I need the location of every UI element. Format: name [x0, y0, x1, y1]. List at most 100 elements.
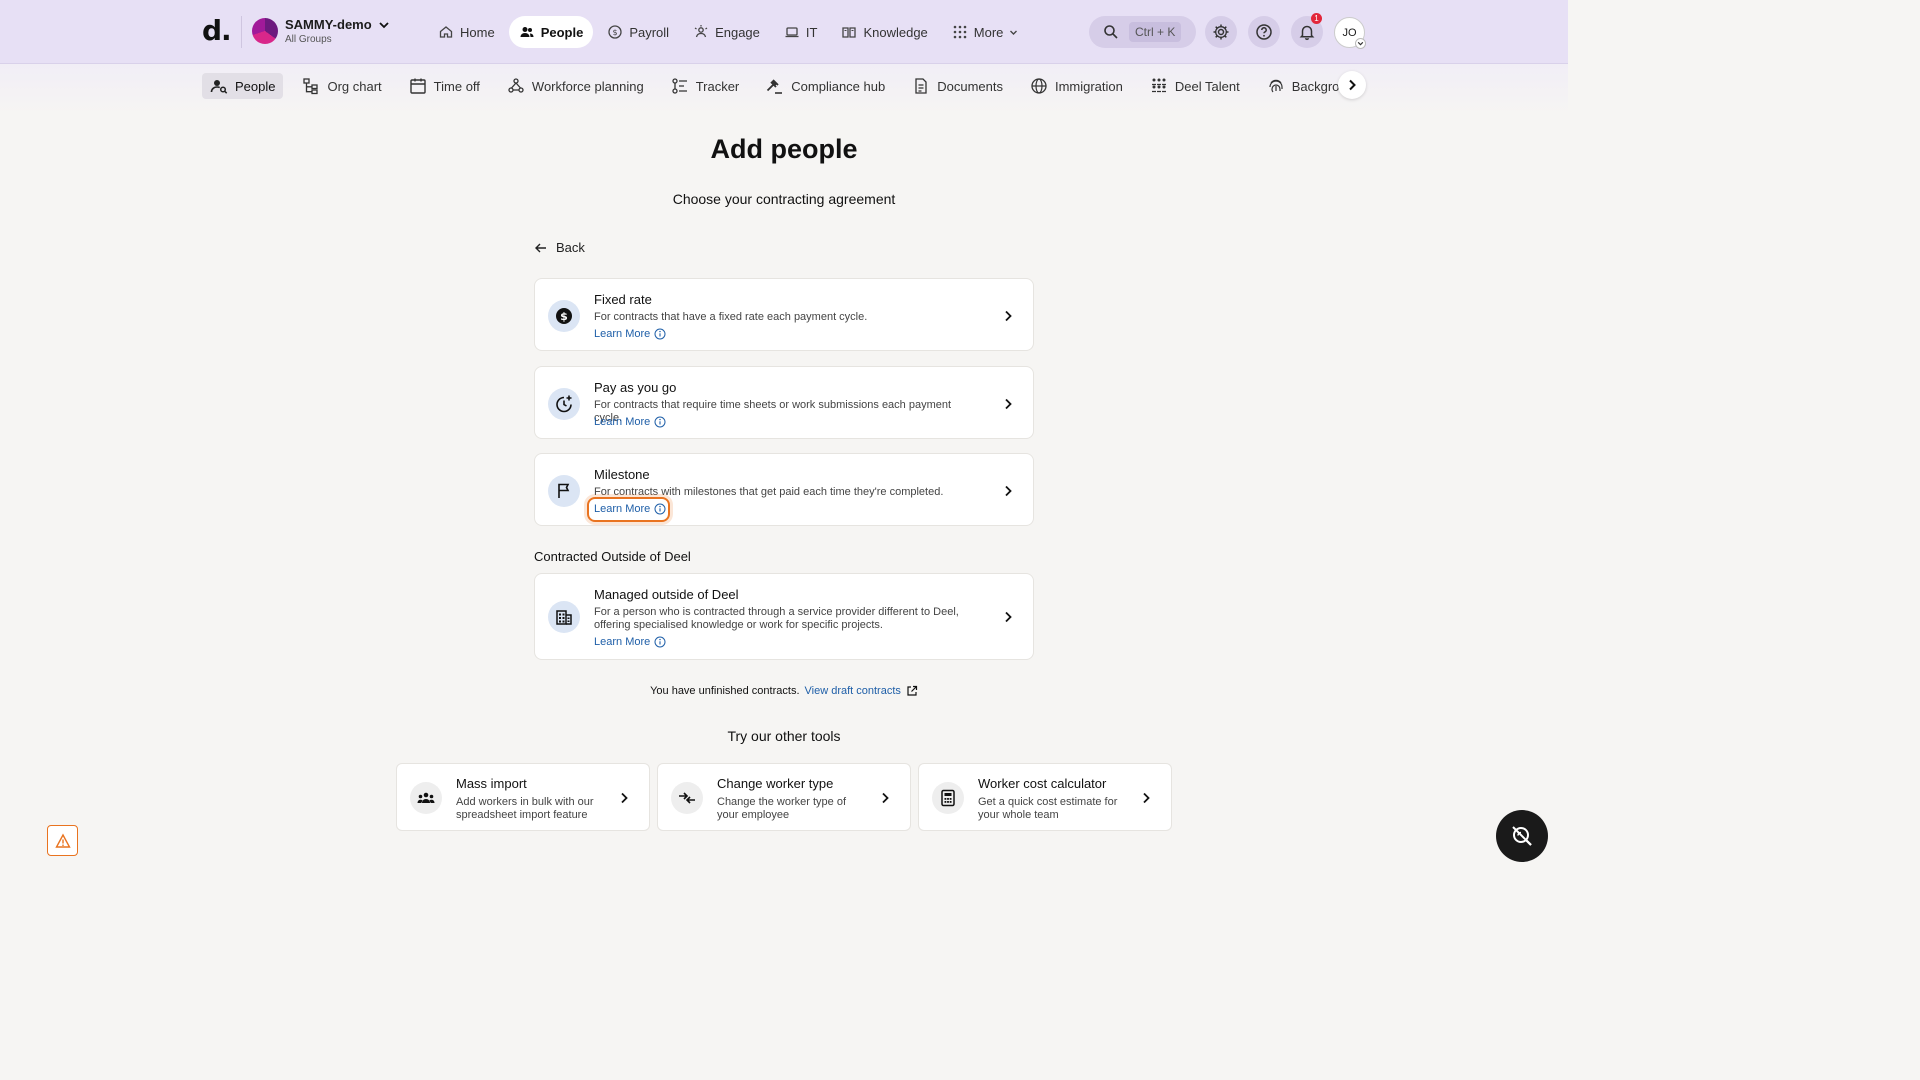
- people-icon: [520, 27, 534, 37]
- nav-people-label: People: [540, 24, 584, 40]
- chevron-right-icon: [1005, 398, 1012, 410]
- subnav-scroll-right-button[interactable]: [1338, 71, 1366, 99]
- search-off-icon: [1512, 826, 1532, 846]
- subnav-time-off[interactable]: Time off: [401, 73, 488, 99]
- chevron-down-icon: [379, 21, 389, 28]
- nav-engage-label: Engage: [715, 24, 760, 40]
- subnav-org-chart-label: Org chart: [327, 78, 382, 94]
- subnav-compliance-hub-label: Compliance hub: [791, 78, 886, 94]
- subnav-compliance-hub[interactable]: Compliance hub: [758, 73, 893, 99]
- info-icon: [654, 328, 666, 340]
- external-link-icon[interactable]: [906, 685, 918, 697]
- card-title: Milestone: [594, 467, 650, 482]
- subnav-background-checks[interactable]: Background checks: [1259, 73, 1340, 99]
- clock-plus-icon: [556, 395, 572, 413]
- card-managed-outside-deel[interactable]: Managed outside of Deel For a person who…: [534, 573, 1034, 660]
- card-icon-wrap: [548, 388, 580, 420]
- subnav-org-chart[interactable]: Org chart: [294, 73, 389, 99]
- learn-more-label: Learn More: [594, 416, 651, 428]
- subnav-people-label: People: [235, 78, 276, 94]
- org-group: All Groups: [285, 34, 332, 45]
- gavel-icon: [767, 79, 783, 94]
- info-icon: [654, 416, 666, 428]
- document-icon: [915, 78, 927, 94]
- nav-home-label: Home: [460, 24, 495, 40]
- org-chart-icon: [303, 78, 319, 95]
- chevron-down-icon: [1357, 41, 1364, 46]
- card-title: Fixed rate: [594, 292, 652, 307]
- engage-icon: [694, 25, 708, 38]
- fingerprint-icon: [1269, 79, 1283, 93]
- flag-icon: [558, 483, 570, 498]
- card-pay-as-you-go[interactable]: Pay as you go For contracts that require…: [534, 366, 1034, 439]
- unfinished-text: You have unfinished contracts.: [650, 685, 800, 697]
- nav-people[interactable]: People: [508, 16, 594, 48]
- tool-change-worker-type[interactable]: Change worker type Change the worker typ…: [657, 763, 911, 831]
- nav-more[interactable]: More: [942, 16, 1029, 48]
- tool-title: Worker cost calculator: [978, 776, 1107, 791]
- nav-home[interactable]: Home: [428, 16, 505, 48]
- subnav-tracker-label: Tracker: [695, 78, 740, 94]
- person-search-icon: [210, 80, 228, 94]
- group-icon: [417, 792, 435, 803]
- learn-more-link[interactable]: Learn More: [594, 328, 666, 340]
- card-fixed-rate[interactable]: $ Fixed rate For contracts that have a f…: [534, 278, 1034, 351]
- globe-icon: [1031, 78, 1047, 94]
- notifications-button[interactable]: 1: [1291, 13, 1323, 48]
- svg-text:$: $: [560, 310, 568, 323]
- search-button[interactable]: Ctrl + K: [1089, 16, 1196, 48]
- section-outside-deel: Contracted Outside of Deel: [534, 549, 691, 564]
- help-icon: [1256, 24, 1272, 40]
- laptop-icon: [785, 27, 799, 38]
- settings-button[interactable]: [1205, 16, 1237, 48]
- org-avatar: [252, 18, 278, 44]
- nav-it-label: IT: [805, 24, 818, 40]
- nav-knowledge[interactable]: Knowledge: [831, 16, 937, 48]
- chevron-right-icon: [882, 792, 889, 804]
- card-title: Managed outside of Deel: [594, 587, 739, 602]
- tracker-icon: [672, 78, 687, 94]
- help-button[interactable]: [1248, 16, 1280, 48]
- tool-mass-import[interactable]: Mass import Add workers in bulk with our…: [396, 763, 650, 831]
- nav-knowledge-label: Knowledge: [863, 24, 928, 40]
- view-draft-contracts-link[interactable]: View draft contracts: [805, 685, 901, 697]
- user-avatar[interactable]: JO: [1334, 17, 1366, 49]
- tool-description: Get a quick cost estimate for your whole…: [978, 796, 1118, 821]
- learn-more-label: Learn More: [594, 328, 651, 340]
- page-subtitle: Choose your contracting agreement: [672, 191, 896, 207]
- tool-worker-cost-calculator[interactable]: Worker cost calculator Get a quick cost …: [918, 763, 1172, 831]
- workforce-icon: [508, 78, 524, 93]
- nav-it[interactable]: IT: [774, 16, 828, 48]
- chevron-down-icon: [1010, 30, 1018, 35]
- warning-button[interactable]: [47, 825, 78, 856]
- subnav-documents[interactable]: Documents: [904, 73, 1011, 99]
- top-bar: d. SAMMY-demo All Groups Home People $ P…: [0, 0, 1568, 64]
- subnav-tracker[interactable]: Tracker: [663, 73, 748, 99]
- card-description: For a person who is contracted through a…: [594, 606, 959, 631]
- subnav-immigration[interactable]: Immigration: [1022, 73, 1131, 99]
- tool-icon-wrap: [671, 782, 703, 814]
- subnav-people[interactable]: People: [202, 73, 284, 99]
- back-button[interactable]: Back: [534, 240, 585, 255]
- deel-logo[interactable]: d.: [202, 14, 232, 47]
- gear-icon: [1213, 24, 1229, 40]
- nav-payroll-label: Payroll: [629, 24, 670, 40]
- subnav-workforce-planning[interactable]: Workforce planning: [499, 73, 652, 99]
- header-divider: [241, 16, 242, 48]
- tool-title: Change worker type: [717, 776, 834, 791]
- subnav-background-checks-label: Background checks: [1291, 78, 1340, 94]
- learn-more-link[interactable]: Learn More: [594, 636, 666, 648]
- nav-payroll[interactable]: $ Payroll: [597, 16, 679, 48]
- assistant-button[interactable]: [1496, 810, 1548, 862]
- subnav-documents-label: Documents: [937, 78, 1003, 94]
- org-switcher[interactable]: SAMMY-demo All Groups: [252, 17, 390, 45]
- learn-more-link[interactable]: Learn More: [594, 416, 666, 428]
- main-nav: Home People $ Payroll Engage IT Knowledg…: [428, 16, 1032, 48]
- nav-engage[interactable]: Engage: [683, 16, 770, 48]
- calendar-icon: [409, 78, 426, 94]
- search-icon: [1104, 25, 1118, 39]
- org-name: SAMMY-demo: [285, 17, 372, 32]
- back-label: Back: [556, 240, 585, 255]
- tool-description: Add workers in bulk with our spreadsheet…: [456, 796, 594, 821]
- subnav-deel-talent[interactable]: Deel Talent: [1142, 73, 1248, 99]
